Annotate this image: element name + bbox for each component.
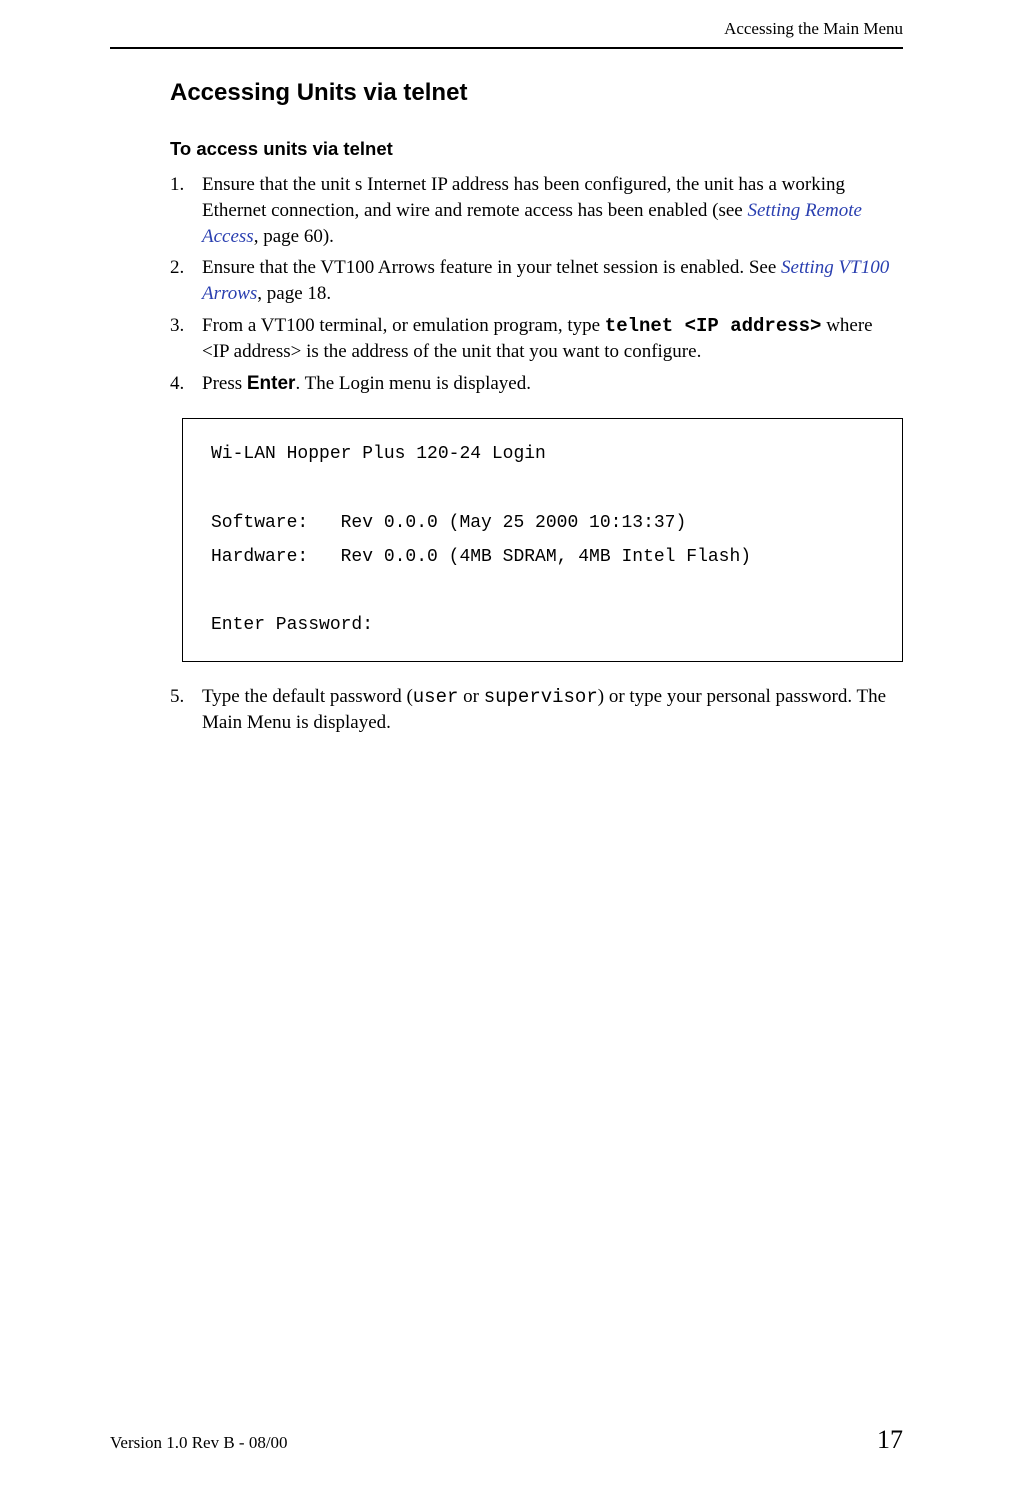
steps-list-cont: Type the default password (user or super… [170,684,903,736]
step-5-mid: or [458,686,483,707]
enter-key: Enter [247,373,296,394]
section-title: Accessing Units via telnet [170,77,903,109]
terminal-output: Wi-LAN Hopper Plus 120-24 Login Software… [182,418,903,661]
password-user: user [413,686,459,708]
footer: Version 1.0 Rev B - 08/00 17 [110,1422,903,1457]
terminal-line-1: Wi-LAN Hopper Plus 120-24 Login [211,444,546,464]
terminal-line-4: Enter Password: [211,615,373,635]
steps-list: Ensure that the unit s Internet IP addre… [170,172,903,396]
step-3: From a VT100 terminal, or emulation prog… [170,313,903,365]
step-4-text-a: Press [202,373,247,394]
terminal-line-2: Software: Rev 0.0.0 (May 25 2000 10:13:3… [211,513,686,533]
step-1-text-b: , page 60). [254,226,334,247]
step-2-text-a: Ensure that the VT100 Arrows feature in … [202,257,781,278]
password-supervisor: supervisor [484,686,598,708]
terminal-line-3: Hardware: Rev 0.0.0 (4MB SDRAM, 4MB Inte… [211,547,751,567]
step-2-text-b: , page 18. [257,283,331,304]
content-area: Accessing Units via telnet To access uni… [0,49,1013,736]
step-2: Ensure that the VT100 Arrows feature in … [170,255,903,306]
running-header: Accessing the Main Menu [0,0,1013,47]
step-4: Press Enter. The Login menu is displayed… [170,371,903,397]
step-5-text-a: Type the default password ( [202,686,413,707]
step-4-text-b: . The Login menu is displayed. [295,373,531,394]
procedure-title: To access units via telnet [170,137,903,162]
page-number: 17 [877,1422,903,1457]
telnet-command: telnet <IP address> [605,315,822,337]
step-5: Type the default password (user or super… [170,684,903,736]
step-3-text-a: From a VT100 terminal, or emulation prog… [202,315,605,336]
step-1: Ensure that the unit s Internet IP addre… [170,172,903,249]
version-label: Version 1.0 Rev B - 08/00 [110,1432,288,1455]
